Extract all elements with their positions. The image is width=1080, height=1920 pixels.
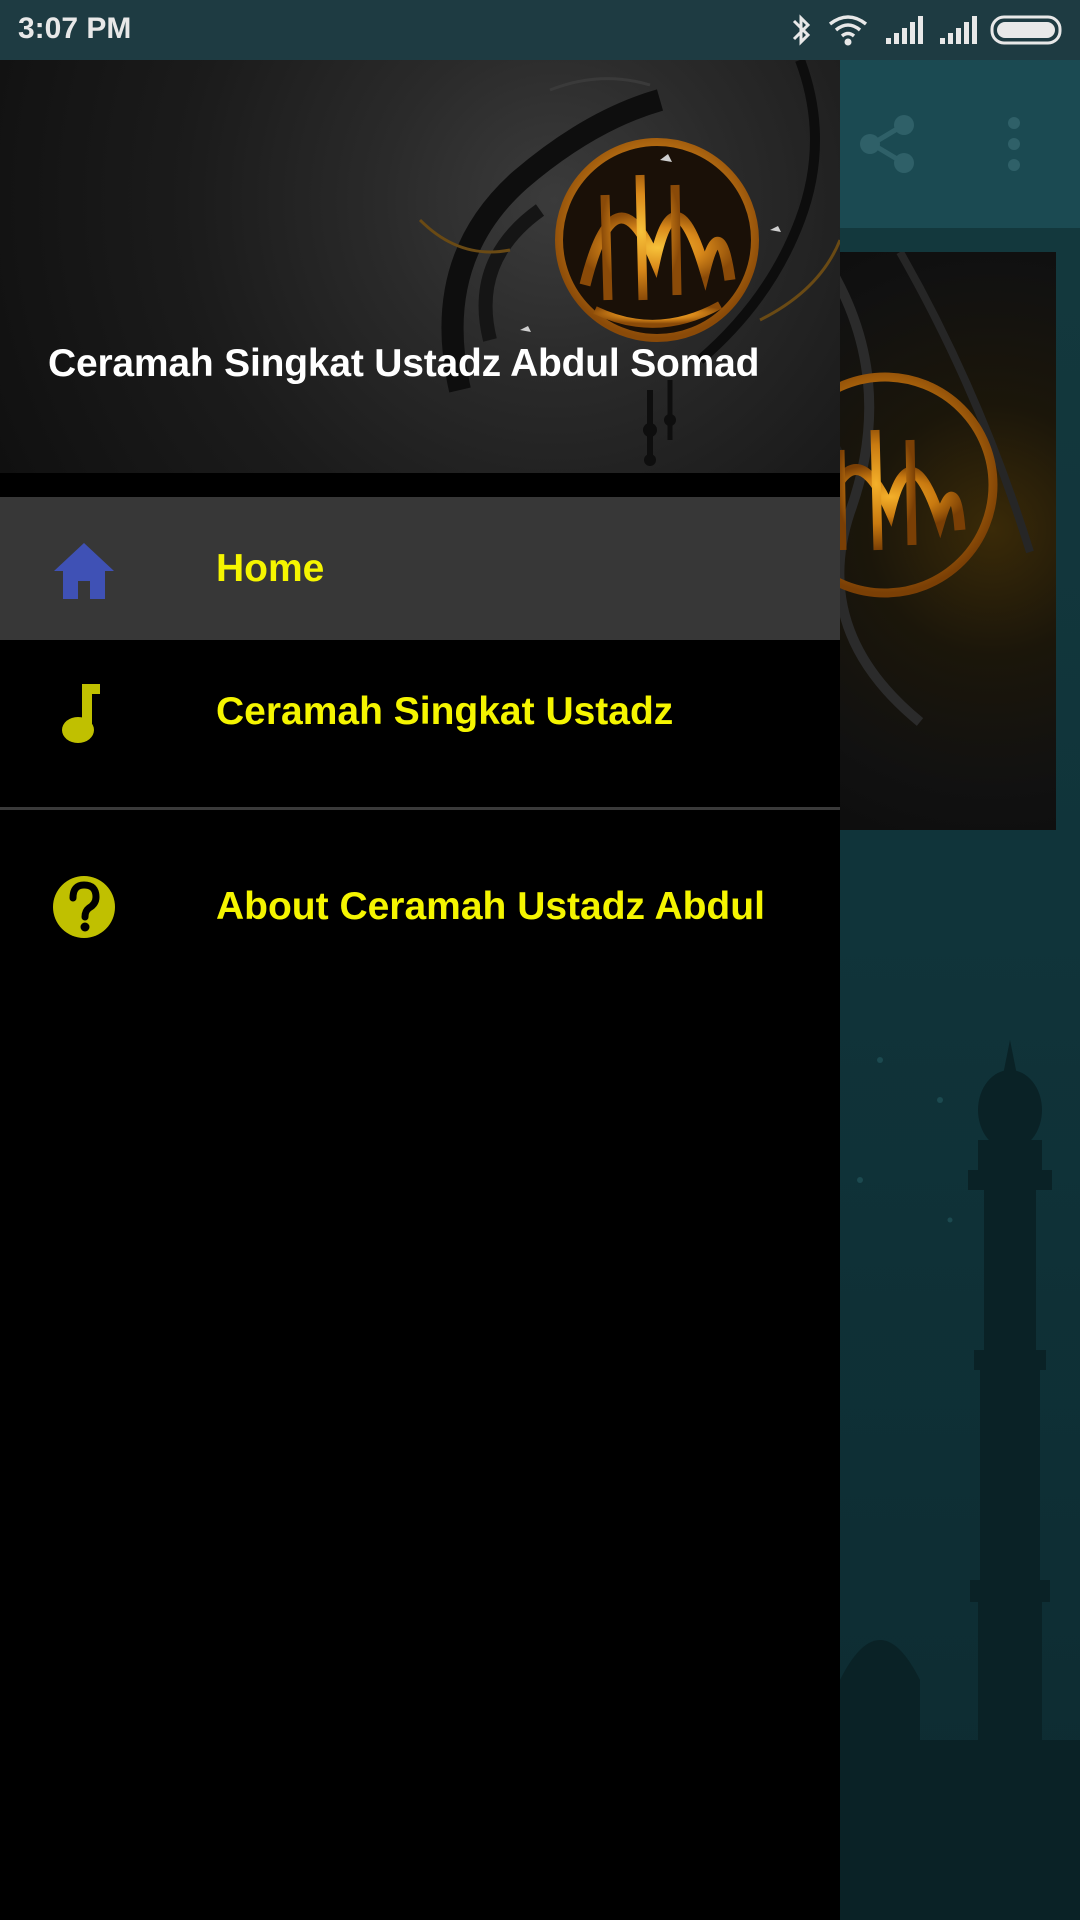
music-note-icon: [50, 680, 118, 748]
calligraphy-emblem-icon: [400, 60, 840, 473]
menu-item-ceramah[interactable]: Ceramah Singkat Ustadz: [0, 640, 840, 783]
drawer-header: Ceramah Singkat Ustadz Abdul Somad: [0, 60, 840, 473]
home-icon: [50, 537, 118, 605]
menu-item-label: About Ceramah Ustadz Abdul: [216, 885, 765, 928]
signal-icon: [884, 14, 924, 51]
menu-item-about[interactable]: About Ceramah Ustadz Abdul: [0, 834, 840, 980]
drawer-header-title: Ceramah Singkat Ustadz Abdul Somad: [48, 342, 760, 385]
screen: 3:07 PM Ceramah Singkat Ustadz Abdul Som…: [0, 0, 1080, 1920]
status-time: 3:07 PM: [18, 12, 132, 45]
status-bar: 3:07 PM: [0, 0, 1080, 60]
mosque-icon: [840, 1040, 1080, 1920]
share-icon[interactable]: [856, 112, 920, 176]
more-vert-icon[interactable]: [994, 112, 1034, 176]
menu-item-home[interactable]: Home: [0, 497, 840, 640]
signal-icon: [938, 14, 978, 51]
battery-icon: [990, 14, 1066, 51]
menu-item-label: Home: [216, 547, 325, 590]
drawer-menu: Home Ceramah Singkat Ustadz About Cerama…: [0, 497, 840, 980]
bluetooth-icon: [788, 12, 814, 53]
navigation-drawer: Ceramah Singkat Ustadz Abdul Somad Home: [0, 60, 840, 1920]
wifi-icon: [828, 14, 868, 51]
help-icon: [50, 873, 118, 941]
menu-divider: [0, 807, 840, 810]
menu-item-label: Ceramah Singkat Ustadz: [216, 690, 674, 733]
